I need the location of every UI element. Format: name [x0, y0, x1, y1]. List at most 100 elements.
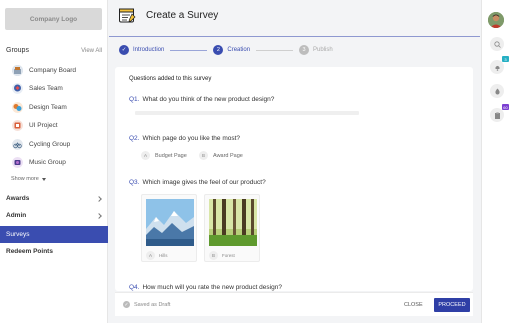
option-label: Budget Page: [155, 152, 187, 159]
section-title: Questions added to this survey: [129, 76, 212, 82]
close-button[interactable]: CLOSE: [404, 302, 423, 308]
menu-item-label: Surveys: [6, 231, 30, 238]
caret-down-icon: [41, 177, 46, 181]
option-letter: B: [209, 251, 218, 260]
music-group-icon: [12, 157, 23, 169]
step-label: Introduction: [133, 47, 165, 53]
question-number: Q2.: [129, 135, 140, 142]
menu-item-awards[interactable]: Awards: [0, 190, 108, 207]
forest-image: [209, 199, 257, 246]
question-3: Q3. Which image gives the feel of our pro…: [129, 179, 266, 186]
show-more-label: Show more: [11, 176, 39, 182]
group-item-music-group[interactable]: Music Group: [0, 154, 108, 173]
right-rail: 3 60: [481, 0, 512, 323]
option-letter: B: [199, 151, 208, 160]
bell-icon: [495, 65, 499, 71]
question-4: Q4. How much will you rate the new produc…: [129, 284, 282, 291]
company-logo[interactable]: Company Logo: [5, 8, 102, 30]
image-caption: B Forest: [209, 251, 235, 260]
option-label: Hills: [159, 253, 168, 258]
page-title: Create a Survey: [146, 10, 219, 21]
group-item-sales-team[interactable]: Sales Team: [0, 80, 108, 99]
check-circle-icon: ✓: [123, 301, 130, 308]
chevron-right-icon: [96, 195, 102, 202]
step-number: 3: [299, 45, 310, 55]
tasks-badge: 60: [502, 104, 509, 110]
notification-badge: 3: [502, 56, 509, 62]
flame-icon: [494, 88, 500, 94]
view-all-link[interactable]: View All: [81, 48, 102, 54]
groups-header: Groups View All: [6, 47, 102, 54]
step-number: 2: [213, 45, 224, 55]
question-number: Q3.: [129, 179, 140, 186]
option-label: Award Page: [213, 152, 243, 159]
question-number: Q1.: [129, 96, 140, 103]
survey-form-icon: [119, 8, 136, 23]
option-letter: A: [146, 251, 155, 260]
groups-title: Groups: [6, 47, 29, 54]
option-award-page[interactable]: B Award Page: [199, 151, 243, 160]
proceed-button[interactable]: PROCEED: [434, 297, 470, 312]
group-item-cycling-group[interactable]: Cycling Group: [0, 135, 108, 154]
hills-image: [146, 199, 194, 246]
group-label: Music Group: [29, 159, 66, 167]
chevron-right-icon: [96, 212, 102, 219]
image-option-hills[interactable]: A Hills: [141, 194, 197, 262]
option-letter: A: [141, 151, 150, 160]
search-button[interactable]: [490, 37, 504, 51]
ui-project-icon: [12, 120, 23, 132]
sales-team-icon: [12, 83, 23, 95]
step-connector: [256, 49, 294, 51]
clipboard-icon: [494, 111, 500, 119]
menu-item-label: Admin: [6, 212, 27, 219]
company-board-icon: [12, 64, 23, 76]
question-number: Q4.: [129, 284, 140, 291]
group-label: UI Project: [29, 122, 58, 130]
question-1: Q1. What do you think of the new product …: [129, 96, 274, 103]
design-team-icon: [12, 101, 23, 113]
step-introduction[interactable]: ✓ Introduction: [119, 45, 164, 55]
menu-item-surveys[interactable]: Surveys: [0, 226, 108, 243]
group-label: Company Board: [29, 66, 76, 74]
group-list: Company Board Sales Team Design Team UI …: [0, 61, 108, 172]
show-more-button[interactable]: Show more: [11, 176, 46, 182]
group-label: Cycling Group: [29, 140, 71, 148]
step-label: Creation: [227, 47, 251, 53]
page-header: Create a Survey: [119, 8, 218, 23]
step-publish[interactable]: 3 Publish: [299, 45, 333, 55]
step-label: Publish: [313, 47, 333, 53]
image-option-forest[interactable]: B Forest: [204, 194, 260, 262]
step-creation[interactable]: 2 Creation: [213, 45, 250, 55]
menu-item-redeem-points[interactable]: Redeem Points: [0, 243, 108, 260]
text-answer-field[interactable]: [135, 111, 359, 115]
group-item-design-team[interactable]: Design Team: [0, 98, 108, 117]
group-label: Design Team: [29, 103, 67, 111]
question-2: Q2. Which page do you like the most?: [129, 135, 240, 142]
header-divider: [109, 36, 480, 37]
step-connector: [170, 49, 208, 51]
rewards-button[interactable]: [490, 84, 504, 98]
menu-item-admin[interactable]: Admin: [0, 207, 108, 224]
question-text: Which image gives the feel of our produc…: [142, 179, 266, 186]
option-label: Forest: [222, 253, 235, 258]
draft-status: ✓ Saved as Draft: [123, 301, 170, 308]
menu-item-label: Redeem Points: [6, 248, 53, 255]
progress-stepper: ✓ Introduction 2 Creation 3 Publish: [119, 45, 333, 55]
main-content: Create a Survey ✓ Introduction 2 Creatio…: [109, 0, 480, 323]
group-item-company-board[interactable]: Company Board: [0, 61, 108, 80]
notifications-button[interactable]: 3: [490, 56, 509, 74]
survey-footer: ✓ Saved as Draft CLOSE PROCEED: [115, 292, 473, 316]
questions-card: Questions added to this survey Q1. What d…: [115, 67, 473, 291]
question-text: How much will you rate the new product d…: [142, 284, 282, 291]
image-caption: A Hills: [146, 251, 168, 260]
user-avatar[interactable]: [488, 12, 504, 28]
group-label: Sales Team: [29, 85, 63, 93]
check-icon: ✓: [119, 45, 129, 55]
group-item-ui-project[interactable]: UI Project: [0, 117, 108, 136]
question-text: Which page do you like the most?: [142, 135, 241, 142]
option-budget-page[interactable]: A Budget Page: [141, 151, 187, 160]
tasks-button[interactable]: 60: [490, 104, 509, 122]
question-text: What do you think of the new product des…: [142, 96, 275, 103]
left-sidebar: Company Logo Groups View All Company Boa…: [0, 0, 108, 323]
draft-status-text: Saved as Draft: [134, 301, 171, 308]
